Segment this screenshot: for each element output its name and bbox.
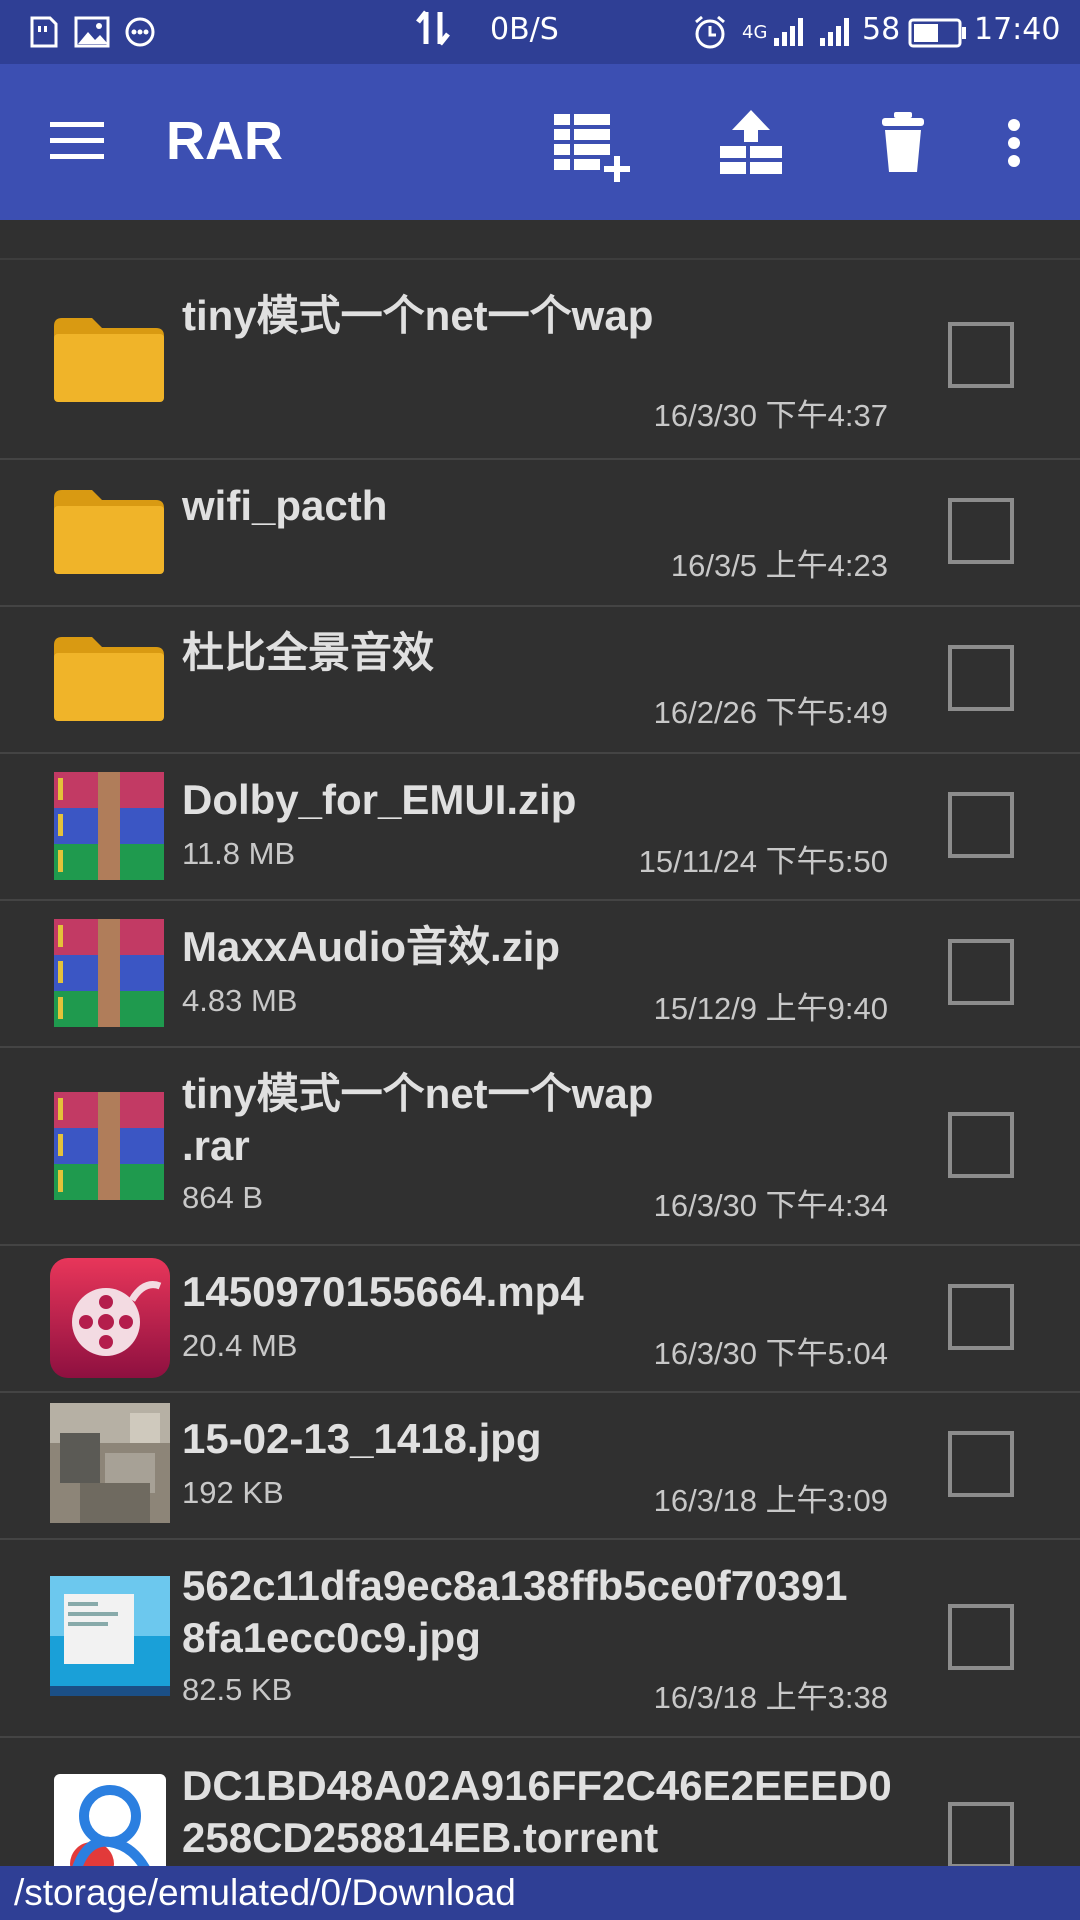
app-title: RAR bbox=[166, 111, 283, 171]
list-item[interactable]: 杜比全景音效 16/2/26 下午5:49 bbox=[0, 607, 1080, 754]
image-icon bbox=[74, 16, 110, 48]
rar-archive-icon bbox=[54, 919, 164, 1027]
list-item[interactable]: DC1BD48A02A916FF2C46E2EEED0 258CD258814E… bbox=[0, 1738, 1080, 1878]
list-top-divider bbox=[0, 220, 1080, 260]
select-checkbox[interactable] bbox=[948, 939, 1014, 1005]
sd-card-icon bbox=[30, 16, 58, 48]
select-checkbox[interactable] bbox=[948, 1604, 1014, 1670]
rar-archive-icon bbox=[54, 772, 164, 880]
battery-icon bbox=[908, 18, 966, 48]
signal-icon-2 bbox=[820, 18, 849, 46]
file-date: 16/3/30 下午4:37 bbox=[653, 398, 888, 433]
file-size: 20.4 MB bbox=[182, 1328, 298, 1363]
file-date: 15/12/9 上午9:40 bbox=[653, 991, 888, 1026]
rar-archive-icon bbox=[54, 1092, 164, 1200]
select-checkbox[interactable] bbox=[948, 322, 1014, 388]
file-name: 15-02-13_1418.jpg bbox=[182, 1415, 542, 1462]
list-item[interactable]: wifi_pacth 16/3/5 上午4:23 bbox=[0, 460, 1080, 607]
net-speed: 0B/S bbox=[490, 12, 559, 47]
folder-icon bbox=[54, 318, 164, 402]
current-path: /storage/emulated/0/Download bbox=[0, 1866, 1080, 1920]
extract-icon[interactable] bbox=[718, 108, 784, 180]
file-name: tiny模式一个net一个wap bbox=[182, 292, 654, 339]
file-date: 16/3/18 上午3:09 bbox=[653, 1483, 888, 1518]
select-checkbox[interactable] bbox=[948, 1112, 1014, 1178]
folder-icon bbox=[54, 490, 164, 574]
list-item[interactable]: 1450970155664.mp4 20.4 MB 16/3/30 下午5:04 bbox=[0, 1246, 1080, 1393]
video-file-icon bbox=[50, 1258, 170, 1378]
signal-icon bbox=[774, 18, 803, 46]
file-date: 16/3/30 下午4:34 bbox=[653, 1188, 888, 1223]
file-size: 192 KB bbox=[182, 1475, 284, 1510]
file-size: 82.5 KB bbox=[182, 1672, 293, 1707]
file-name: 1450970155664.mp4 bbox=[182, 1268, 584, 1315]
network-type: 4G bbox=[742, 22, 768, 43]
photo-thumbnail bbox=[50, 1403, 170, 1523]
file-date: 16/2/26 下午5:49 bbox=[653, 695, 888, 730]
data-transfer-icon bbox=[416, 10, 450, 46]
torrent-file-icon bbox=[54, 1774, 166, 1878]
file-name: DC1BD48A02A916FF2C46E2EEED0 258CD258814E… bbox=[182, 1762, 892, 1861]
file-name: 562c11dfa9ec8a138ffb5ce0f70391 8fa1ecc0c… bbox=[182, 1562, 848, 1661]
app-bar: RAR bbox=[0, 64, 1080, 220]
delete-icon[interactable] bbox=[880, 110, 926, 176]
file-size: 4.83 MB bbox=[182, 983, 298, 1018]
list-item[interactable]: MaxxAudio音效.zip 4.83 MB 15/12/9 上午9:40 bbox=[0, 901, 1080, 1048]
list-item[interactable]: tiny模式一个net一个wap .rar 864 B 16/3/30 下午4:… bbox=[0, 1048, 1080, 1246]
list-item[interactable]: tiny模式一个net一个wap 16/3/30 下午4:37 bbox=[0, 260, 1080, 460]
alarm-icon bbox=[695, 15, 725, 49]
file-name: MaxxAudio音效.zip bbox=[182, 923, 561, 970]
folder-icon bbox=[54, 637, 164, 721]
file-date: 16/3/30 下午5:04 bbox=[653, 1336, 888, 1371]
file-name: 杜比全景音效 bbox=[182, 629, 435, 676]
select-checkbox[interactable] bbox=[948, 645, 1014, 711]
file-date: 16/3/18 上午3:38 bbox=[653, 1680, 888, 1715]
file-size: 11.8 MB bbox=[182, 836, 296, 871]
select-checkbox[interactable] bbox=[948, 1802, 1014, 1868]
add-to-archive-icon[interactable] bbox=[552, 112, 638, 184]
status-bar: 0B/S 4G 58 17:40 bbox=[0, 0, 1080, 64]
clock: 17:40 bbox=[974, 12, 1061, 47]
file-name: tiny模式一个net一个wap .rar bbox=[182, 1070, 654, 1169]
more-notifications-icon bbox=[125, 17, 155, 47]
photo-thumbnail bbox=[50, 1576, 170, 1696]
file-size: 864 B bbox=[182, 1180, 264, 1215]
more-options-icon[interactable] bbox=[1004, 118, 1024, 168]
file-list[interactable]: tiny模式一个net一个wap 16/3/30 下午4:37 wifi_pac… bbox=[0, 220, 1080, 1878]
list-item[interactable]: Dolby_for_EMUI.zip 11.8 MB 15/11/24 下午5:… bbox=[0, 754, 1080, 901]
select-checkbox[interactable] bbox=[948, 498, 1014, 564]
list-item[interactable]: 15-02-13_1418.jpg 192 KB 16/3/18 上午3:09 bbox=[0, 1393, 1080, 1540]
select-checkbox[interactable] bbox=[948, 792, 1014, 858]
select-checkbox[interactable] bbox=[948, 1431, 1014, 1497]
select-checkbox[interactable] bbox=[948, 1284, 1014, 1350]
battery-level: 58 bbox=[862, 12, 901, 47]
file-name: wifi_pacth bbox=[182, 482, 388, 529]
list-item[interactable]: 562c11dfa9ec8a138ffb5ce0f70391 8fa1ecc0c… bbox=[0, 1540, 1080, 1738]
menu-icon[interactable] bbox=[50, 120, 104, 162]
file-date: 15/11/24 下午5:50 bbox=[638, 844, 888, 879]
file-date: 16/3/5 上午4:23 bbox=[670, 548, 888, 583]
file-name: Dolby_for_EMUI.zip bbox=[182, 776, 577, 823]
